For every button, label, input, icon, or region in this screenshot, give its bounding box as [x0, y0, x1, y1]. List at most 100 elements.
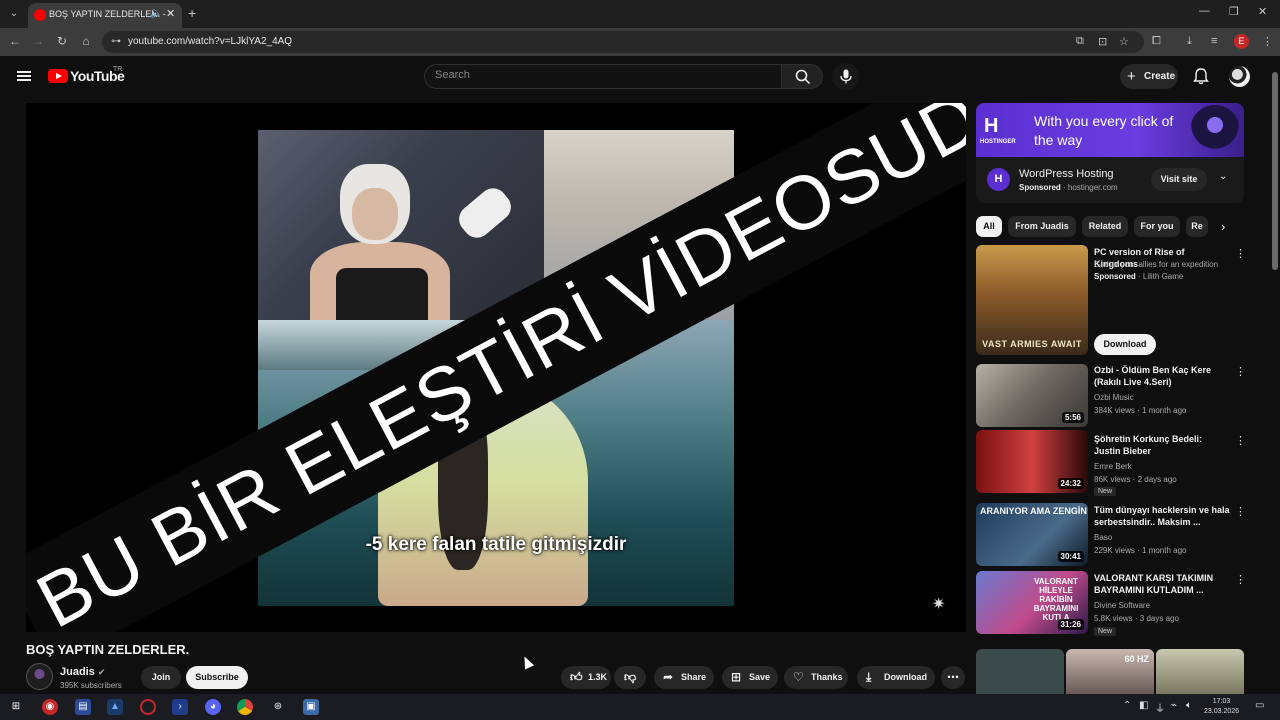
- notifications-bell-icon[interactable]: [1192, 67, 1210, 85]
- close-tab-icon[interactable]: ✕: [166, 7, 175, 20]
- start-menu-icon[interactable]: ⊞: [8, 699, 24, 715]
- minimize-icon[interactable]: —: [1199, 5, 1210, 17]
- more-options-icon[interactable]: ⋮: [1235, 365, 1246, 378]
- video-thumbnail[interactable]: VALORANT HİLEYLE RAKİBİN BAYRAMINI KUTLA…: [976, 571, 1088, 634]
- chip-for-you[interactable]: For you: [1134, 216, 1180, 237]
- maximize-icon[interactable]: ❐: [1229, 5, 1239, 18]
- search-button[interactable]: [781, 64, 823, 89]
- app-icon[interactable]: ◉: [42, 699, 58, 715]
- scrollbar-thumb[interactable]: [1272, 72, 1278, 270]
- channel-avatar[interactable]: [26, 663, 53, 690]
- chip-from-juadis[interactable]: From Juadis: [1008, 216, 1076, 237]
- channel-watermark-icon[interactable]: ✷: [932, 594, 945, 614]
- save-button[interactable]: ⊞ Save: [722, 666, 778, 689]
- video-duration: 30:41: [1057, 551, 1084, 562]
- voice-search-button[interactable]: [832, 63, 859, 90]
- site-info-icon[interactable]: ⊶: [111, 36, 121, 47]
- taskbar-clock[interactable]: 17:03 23.03.2026: [1204, 697, 1239, 717]
- ad-domain: · hostinger.com: [1063, 183, 1118, 192]
- translate-icon[interactable]: ⧉: [1076, 35, 1084, 48]
- rec-channel[interactable]: Ozbi Music: [1094, 392, 1234, 403]
- more-options-icon[interactable]: ⋮: [1235, 505, 1246, 518]
- shorts-thumbnail[interactable]: 60 HZ: [1066, 649, 1154, 694]
- ad-game-thumbnail[interactable]: VAST ARMIES AWAIT: [976, 245, 1088, 355]
- ad-banner[interactable]: H HOSTINGER With you every click of the …: [976, 103, 1244, 157]
- rec-title[interactable]: VALORANT KARŞI TAKIMIN BAYRAMINI KUTLADI…: [1094, 572, 1230, 596]
- channel-name[interactable]: Juadis: [60, 666, 95, 678]
- video-thumbnail[interactable]: ARANIYOR AMA ZENGİN 30:41: [976, 503, 1088, 566]
- shorts-thumbnail[interactable]: [976, 649, 1064, 694]
- close-window-icon[interactable]: ✕: [1258, 5, 1267, 18]
- video-thumbnail[interactable]: 5:56: [976, 364, 1088, 427]
- more-options-icon[interactable]: ⋮: [1235, 434, 1246, 447]
- join-button[interactable]: Join: [141, 666, 181, 689]
- chip-all[interactable]: All: [976, 216, 1002, 237]
- forward-icon[interactable]: →: [30, 34, 46, 48]
- video-player[interactable]: -5 kere falan tatile gitmişizdir BU BİR …: [26, 103, 966, 632]
- speaker-icon[interactable]: 🔈: [150, 8, 162, 19]
- tray-expand-icon[interactable]: ⌃: [1123, 700, 1131, 711]
- extensions-icon[interactable]: ⧠: [1152, 35, 1161, 48]
- youtube-logo-icon[interactable]: [48, 69, 68, 83]
- download-button[interactable]: ⤓ Download: [857, 666, 935, 689]
- notification-center-icon[interactable]: ▭: [1255, 700, 1264, 711]
- shorts-thumbnail[interactable]: [1156, 649, 1244, 694]
- app-icon[interactable]: ▲: [107, 699, 123, 715]
- app-icon[interactable]: ▤: [75, 699, 91, 715]
- rec-title[interactable]: Tüm dünyayı hacklersin ve hala serbestsi…: [1094, 504, 1230, 528]
- create-button[interactable]: + Create: [1120, 64, 1178, 89]
- more-actions-icon[interactable]: ⋯: [941, 666, 965, 689]
- tray-usb-icon[interactable]: ⏚: [1155, 700, 1165, 715]
- app-icon[interactable]: ⊛: [270, 699, 286, 715]
- browser-profile-avatar[interactable]: E: [1234, 34, 1249, 49]
- guide-menu-icon[interactable]: [17, 71, 31, 81]
- chevron-down-icon[interactable]: ⌄: [1219, 171, 1227, 182]
- ad-advertiser-avatar[interactable]: H: [987, 168, 1010, 191]
- chevron-right-icon[interactable]: ›: [1221, 219, 1225, 234]
- ad-title[interactable]: WordPress Hosting: [1019, 168, 1114, 180]
- tab-search-icon[interactable]: ⌄: [6, 6, 22, 22]
- back-icon[interactable]: ←: [7, 34, 23, 48]
- share-button[interactable]: ➦ Share: [654, 666, 714, 689]
- reload-icon[interactable]: ↻: [54, 34, 70, 48]
- ad-download-button[interactable]: Download: [1094, 334, 1156, 355]
- rec-title[interactable]: Ozbi - Öldüm Ben Kaç Kere (Rakılı Live 4…: [1094, 364, 1230, 388]
- reading-list-icon[interactable]: ≡: [1211, 35, 1217, 47]
- rec-title[interactable]: Şöhretin Korkunç Bedeli: Justin Bieber: [1094, 433, 1230, 457]
- browser-tab[interactable]: BOŞ YAPTIN ZELDERLER. - 🔈 ✕: [28, 3, 182, 28]
- bookmark-star-icon[interactable]: ☆: [1119, 35, 1129, 48]
- rec-channel[interactable]: Baso: [1094, 532, 1234, 543]
- browser-menu-icon[interactable]: ⋮: [1262, 35, 1273, 48]
- chip-recent[interactable]: Re: [1186, 216, 1208, 237]
- search-input[interactable]: [435, 69, 765, 81]
- address-bar[interactable]: ⊶ youtube.com/watch?v=LJklYA2_4AQ ⧉ ⊡ ☆: [102, 31, 1144, 53]
- home-icon[interactable]: ⌂: [78, 34, 94, 48]
- dislike-button[interactable]: 👎︎: [614, 666, 646, 689]
- video-thumbnail[interactable]: 24:32: [976, 430, 1088, 493]
- chip-related[interactable]: Related: [1082, 216, 1128, 237]
- visit-site-button[interactable]: Visit site: [1151, 168, 1207, 191]
- new-tab-icon[interactable]: +: [188, 5, 196, 21]
- like-button[interactable]: 👍︎ 1.3K: [561, 666, 611, 689]
- volume-icon[interactable]: 🔈︎: [1186, 700, 1192, 711]
- tray-app-icon[interactable]: ◧: [1139, 700, 1148, 711]
- page-scrollbar[interactable]: [1270, 60, 1280, 694]
- share-label: Share: [681, 672, 707, 682]
- rec-channel[interactable]: Emre Berk: [1094, 461, 1234, 472]
- thanks-button[interactable]: ♡ Thanks: [784, 666, 848, 689]
- opera-icon[interactable]: [140, 699, 156, 715]
- chrome-icon[interactable]: [237, 699, 253, 715]
- rec-channel[interactable]: Divine Software: [1094, 600, 1234, 611]
- account-avatar[interactable]: [1229, 66, 1250, 87]
- more-options-icon[interactable]: ⋮: [1235, 573, 1246, 586]
- app-icon[interactable]: ▣: [303, 699, 319, 715]
- downloads-icon[interactable]: ⤓: [1187, 35, 1192, 48]
- install-app-icon[interactable]: ⊡: [1098, 35, 1107, 48]
- terminal-icon[interactable]: ›: [172, 699, 188, 715]
- channel-name-row[interactable]: Juadis ✔: [60, 666, 105, 678]
- subscribe-button[interactable]: Subscribe: [186, 666, 248, 689]
- network-icon[interactable]: ⌁: [1171, 700, 1177, 711]
- country-code: TR: [113, 66, 123, 73]
- more-options-icon[interactable]: ⋮: [1235, 247, 1246, 260]
- discord-icon[interactable]: ◕: [205, 699, 221, 715]
